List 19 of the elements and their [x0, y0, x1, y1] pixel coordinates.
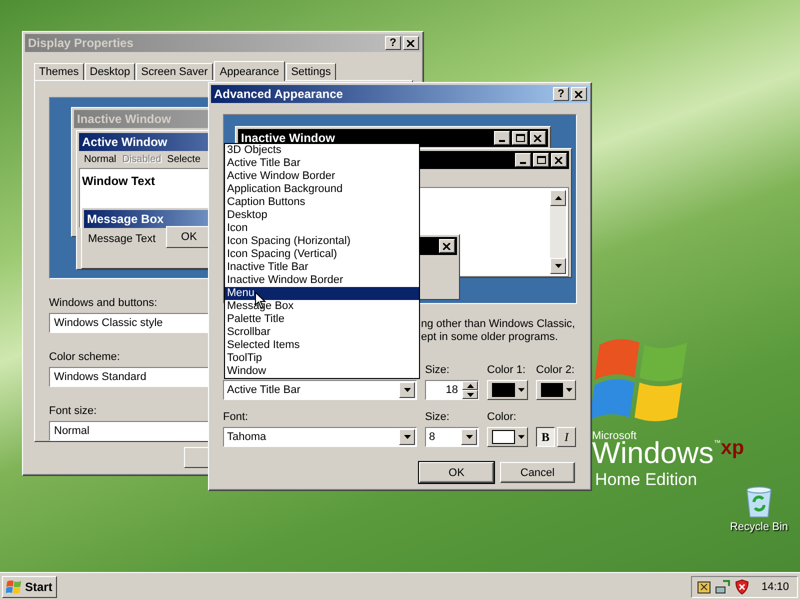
preview-title-text: Inactive Window: [241, 131, 336, 145]
preview-message-text: Message Text: [87, 232, 157, 247]
field-label: Font size:: [49, 405, 97, 418]
field-label: Color scheme:: [49, 351, 120, 364]
color-label: Color 1:: [487, 364, 527, 377]
color-label: Color:: [487, 411, 518, 424]
size-label: Size:: [425, 411, 450, 424]
preview-menu-item: Disabled: [122, 154, 162, 165]
description-text: ng other than Windows Classic,: [421, 318, 576, 331]
font-label: Font:: [223, 411, 250, 424]
window-title: Advanced Appearance: [214, 87, 344, 101]
window-title: Display Properties: [28, 36, 134, 50]
size-label: Size:: [425, 364, 450, 377]
color-label: Color 2:: [536, 364, 576, 377]
field-label: Windows and buttons:: [49, 297, 158, 310]
preview-window-text: Window Text: [82, 174, 155, 188]
logo-edition-text: Home Edition: [594, 470, 698, 490]
description-text: ept in some older programs.: [421, 331, 559, 344]
logo-version-text: xp: [720, 438, 744, 458]
